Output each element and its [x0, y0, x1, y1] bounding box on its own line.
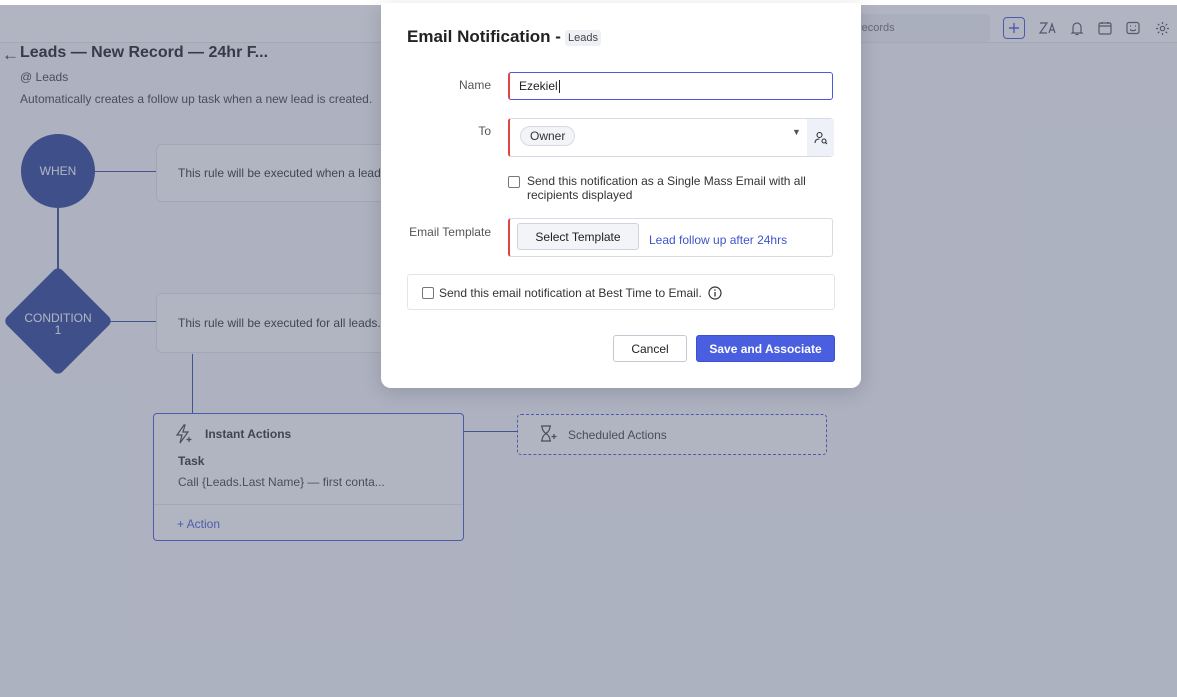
cancel-button[interactable]: Cancel: [613, 335, 687, 362]
recipient-chip-owner[interactable]: Owner: [520, 126, 576, 146]
name-label: Name: [458, 78, 491, 92]
dialog-title: Email Notification -: [407, 27, 561, 46]
best-time-checkbox[interactable]: [422, 287, 434, 299]
dropdown-caret-icon[interactable]: ▼: [792, 127, 801, 137]
email-notification-dialog: Email Notification - Leads Name Ezekiel …: [381, 3, 861, 388]
best-time-option: Send this email notification at Best Tim…: [407, 274, 835, 310]
email-template-label: Email Template: [409, 225, 491, 239]
text-caret: [558, 79, 560, 93]
email-template-field: Select Template Lead follow up after 24h…: [508, 218, 833, 257]
name-value: Ezekiel: [519, 79, 558, 93]
to-recipients-field[interactable]: Owner ▼: [508, 118, 834, 157]
best-time-label: Send this email notification at Best Tim…: [439, 286, 702, 300]
selected-template-link[interactable]: Lead follow up after 24hrs: [649, 233, 787, 247]
mass-email-label: Send this notification as a Single Mass …: [527, 174, 806, 202]
name-input[interactable]: Ezekiel: [508, 72, 833, 100]
save-and-associate-button[interactable]: Save and Associate: [696, 335, 835, 362]
mass-email-checkbox[interactable]: [508, 176, 520, 188]
select-template-button[interactable]: Select Template: [517, 223, 639, 250]
user-lookup-icon[interactable]: [807, 119, 834, 156]
to-label: To: [478, 124, 491, 138]
module-badge: Leads: [565, 30, 601, 46]
info-icon[interactable]: [708, 286, 722, 300]
